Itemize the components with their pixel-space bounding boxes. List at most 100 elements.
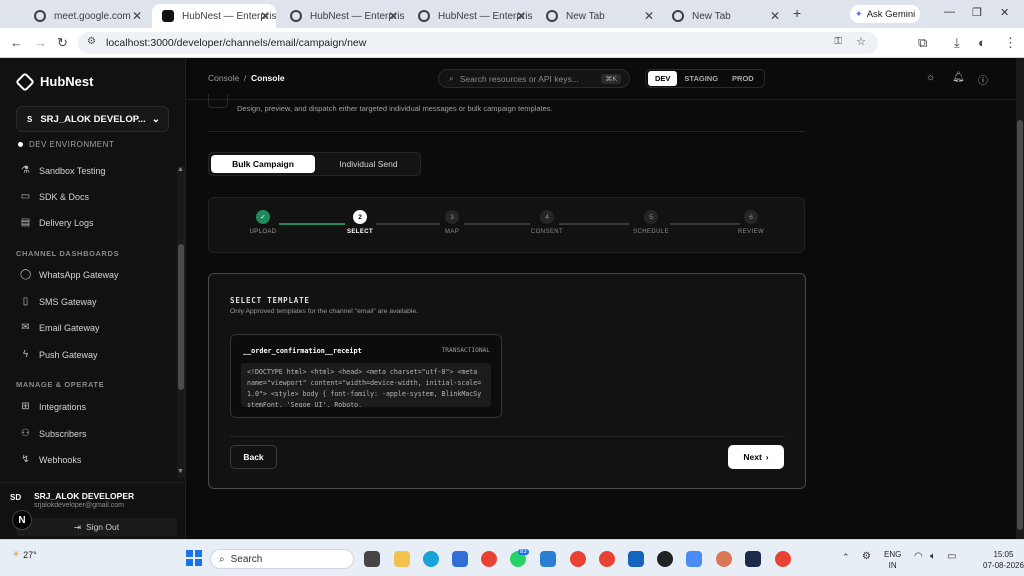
browser-tab[interactable]: HubNest — Enterprise ✕ xyxy=(408,4,532,28)
environment-label: DEV ENVIRONMENT xyxy=(29,140,115,149)
sidebar-item-subscribers[interactable]: ⚇ Subscribers xyxy=(20,428,87,439)
edge-icon[interactable] xyxy=(423,551,439,567)
github-icon[interactable] xyxy=(657,551,673,567)
step-label: REVIEW xyxy=(737,229,765,235)
breadcrumb-parent[interactable]: Console xyxy=(208,73,239,83)
sidebar-item-sdk-docs[interactable]: ▭ SDK & Docs xyxy=(20,191,89,202)
tab-bulk-campaign[interactable]: Bulk Campaign xyxy=(211,155,315,173)
sidebar-item-sandbox-testing[interactable]: ⚗ Sandbox Testing xyxy=(20,165,105,176)
site-info-icon[interactable]: ⚙ xyxy=(87,36,96,47)
page-scrollbar-thumb[interactable] xyxy=(1017,120,1023,530)
step-schedule: 5 SCHEDULE xyxy=(626,210,676,235)
chrome-icon[interactable] xyxy=(775,551,791,567)
search-icon: ⌕ xyxy=(449,73,454,83)
profile-icon[interactable]: ◐ xyxy=(978,35,986,50)
step-review: 6 REVIEW xyxy=(726,210,776,235)
workspace-switcher[interactable]: S SRJ_ALOK DEVELOP... ⌄ xyxy=(16,106,169,132)
wifi-icon[interactable]: ◠ xyxy=(914,551,923,562)
env-option-dev[interactable]: DEV xyxy=(648,71,678,86)
chrome-icon[interactable] xyxy=(481,551,497,567)
file-explorer-icon[interactable] xyxy=(394,551,410,567)
clock[interactable]: 15:05 07-08-2026 xyxy=(983,549,1024,571)
chrome-icon[interactable] xyxy=(599,551,615,567)
close-icon[interactable]: ✕ xyxy=(770,9,780,23)
sidebar-scrollbar-thumb[interactable] xyxy=(178,244,184,390)
browser-tab-active[interactable]: HubNest — Enterprise ✕ xyxy=(152,4,276,28)
language-indicator[interactable]: ENG IN xyxy=(884,549,901,571)
menu-icon[interactable]: ⋮ xyxy=(1004,35,1017,51)
app-icon[interactable] xyxy=(628,551,644,567)
sidebar-item-label: Delivery Logs xyxy=(39,217,94,228)
close-icon[interactable]: ✕ xyxy=(644,9,654,23)
sidebar-item-integrations[interactable]: ⊞ Integrations xyxy=(20,401,86,412)
new-tab-icon[interactable]: + xyxy=(793,5,801,21)
task-view-icon[interactable] xyxy=(364,551,380,567)
scroll-down-icon[interactable]: ▼ xyxy=(177,468,184,475)
url-field[interactable]: ⚙ localhost:3000/developer/channels/emai… xyxy=(78,32,878,54)
env-option-staging[interactable]: STAGING xyxy=(677,71,725,86)
back-arrow-icon[interactable]: ← xyxy=(10,35,23,50)
store-icon[interactable] xyxy=(452,551,468,567)
chevron-up-icon[interactable]: ⌃ xyxy=(842,552,850,563)
key-icon[interactable]: ⚿ xyxy=(834,36,842,47)
download-icon[interactable]: ⤓ xyxy=(954,35,960,51)
breadcrumb-separator: / xyxy=(243,73,247,83)
battery-icon[interactable]: ▭ xyxy=(947,551,956,562)
sidebar-item-label: WhatsApp Gateway xyxy=(39,269,119,280)
back-button[interactable] xyxy=(208,94,228,108)
minimize-icon[interactable]: — xyxy=(944,6,955,18)
browser-tab[interactable]: HubNest — Enterprise ✕ xyxy=(280,4,404,28)
extensions-icon[interactable]: ⧉ xyxy=(918,35,927,51)
step-label: MAP xyxy=(444,229,460,235)
close-icon[interactable]: ✕ xyxy=(516,9,526,23)
close-window-icon[interactable]: ✕ xyxy=(1000,6,1009,19)
scroll-up-icon[interactable]: ▲ xyxy=(177,166,184,173)
book-icon: ▭ xyxy=(20,191,31,202)
reload-icon[interactable]: ↻ xyxy=(57,35,68,51)
browser-tab[interactable]: New Tab ✕ xyxy=(536,4,660,28)
taskbar-search[interactable]: ⌕ Search xyxy=(210,549,354,569)
tab-individual-send[interactable]: Individual Send xyxy=(317,155,420,173)
app-icon[interactable] xyxy=(745,551,761,567)
sign-out-button[interactable]: ⇥ Sign Out xyxy=(16,518,177,536)
step-map: 3 MAP xyxy=(427,210,477,235)
browser-tab[interactable]: meet.google.com ✕ xyxy=(24,4,148,28)
chrome-active-icon[interactable] xyxy=(570,551,586,567)
sidebar-item-sms[interactable]: ▯ SMS Gateway xyxy=(20,296,97,307)
hubnest-favicon-icon xyxy=(162,10,174,22)
browser-tab-bar: meet.google.com ✕ HubNest — Enterprise ✕… xyxy=(0,0,1024,28)
bell-icon[interactable]: 🔔︎ xyxy=(952,72,965,83)
vscode-icon[interactable] xyxy=(540,551,556,567)
windows-start-icon[interactable] xyxy=(186,550,202,566)
help-icon[interactable]: ⓘ xyxy=(978,72,988,87)
settings-tray-icon[interactable]: ⚙ xyxy=(862,551,871,562)
search-input[interactable]: ⌕ Search resources or API keys... ⌘K xyxy=(438,69,630,88)
weather-widget[interactable]: ☀ 27° xyxy=(12,549,37,560)
sidebar-item-email[interactable]: ✉ Email Gateway xyxy=(20,322,99,333)
avatar[interactable]: SD xyxy=(10,493,21,502)
brand[interactable]: HubNest xyxy=(15,71,93,92)
next-devtools-icon[interactable]: N xyxy=(12,510,32,530)
volume-icon[interactable]: 🔈︎ xyxy=(930,551,936,562)
sidebar-item-whatsapp[interactable]: ◯ WhatsApp Gateway xyxy=(20,269,119,280)
theme-toggle-icon[interactable]: ☼ xyxy=(926,72,935,83)
back-button[interactable]: Back xyxy=(230,445,277,469)
mode-toggle: Bulk Campaign Individual Send xyxy=(208,152,421,176)
next-button[interactable]: Next › xyxy=(728,445,784,469)
sidebar-item-delivery-logs[interactable]: ▤ Delivery Logs xyxy=(20,217,94,228)
app-icon[interactable] xyxy=(686,551,702,567)
env-option-prod[interactable]: PROD xyxy=(725,71,761,86)
ask-gemini-button[interactable]: ✦ Ask Gemini xyxy=(850,5,920,23)
browser-tab[interactable]: New Tab ✕ xyxy=(662,4,786,28)
close-icon[interactable]: ✕ xyxy=(260,9,270,23)
star-icon[interactable]: ☆ xyxy=(856,35,866,48)
template-option[interactable]: __order_confirmation__receipt TRANSACTIO… xyxy=(230,334,502,418)
forward-arrow-icon[interactable]: → xyxy=(34,35,47,50)
page-scrollbar[interactable] xyxy=(1016,58,1024,539)
sidebar-item-webhooks[interactable]: ↯ Webhooks xyxy=(20,454,81,465)
claude-icon[interactable] xyxy=(716,551,732,567)
close-icon[interactable]: ✕ xyxy=(132,9,142,23)
sidebar-item-push[interactable]: ϟ Push Gateway xyxy=(20,349,98,360)
close-icon[interactable]: ✕ xyxy=(388,9,398,23)
maximize-icon[interactable]: ❐ xyxy=(972,6,982,19)
